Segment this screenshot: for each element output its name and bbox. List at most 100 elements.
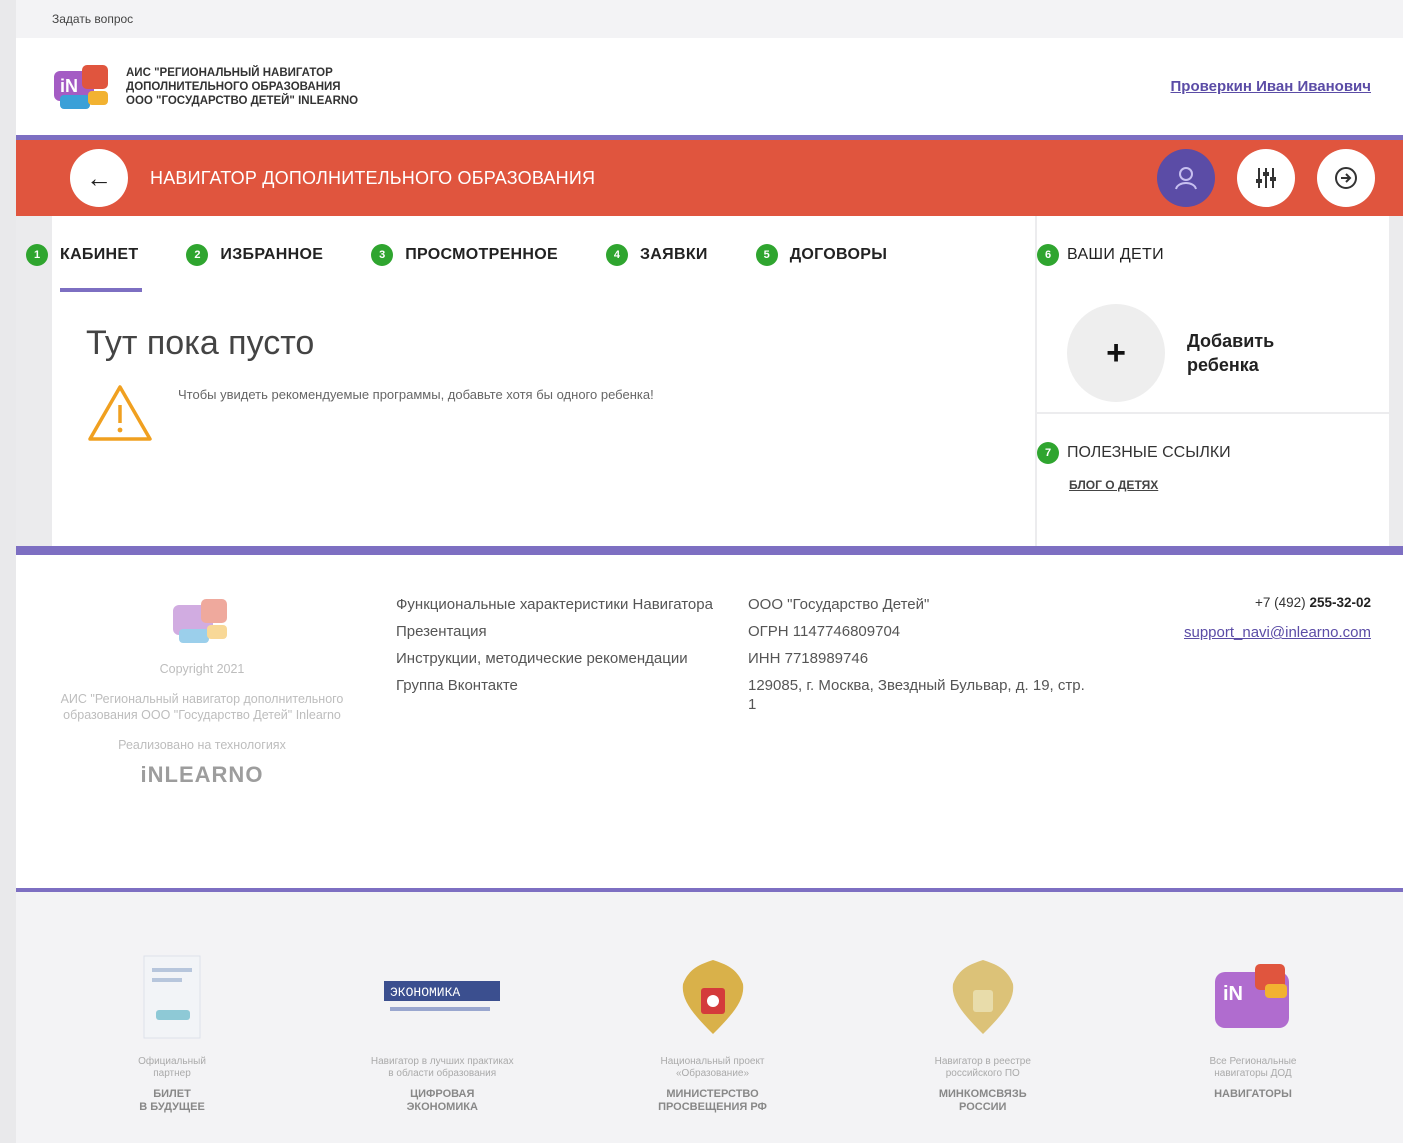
ask-question-link[interactable]: Задать вопрос: [52, 12, 133, 26]
user-profile-link[interactable]: Проверкин Иван Иванович: [1171, 78, 1372, 95]
partner-minkomsvyaz[interactable]: Навигатор в реестре российского ПО МИНКО…: [863, 952, 1103, 1143]
user-icon: [1175, 167, 1197, 190]
step-badge: 5: [755, 244, 778, 266]
svg-text:iN: iN: [1223, 983, 1243, 1005]
phone-number: 255-32-02: [1309, 595, 1371, 610]
phone[interactable]: +7 (492) 255-32-02: [1088, 595, 1371, 610]
site-header: iN АИС "РЕГИОНАЛЬНЫЙ НАВИГАТОР ДОПОЛНИТЕ…: [16, 38, 1403, 140]
step-badge: 1: [26, 244, 48, 266]
tab-label: КАБИНЕТ: [60, 246, 139, 263]
footer-divider: [16, 546, 1403, 555]
brand-line: ДОПОЛНИТЕЛЬНОГО ОБРАЗОВАНИЯ: [126, 80, 341, 93]
main-area: Тут пока пусто Чтобы увидеть рекомендуем…: [16, 294, 1403, 546]
tab-label: ЗАЯВКИ: [639, 246, 708, 263]
site-footer: Copyright 2021 АИС "Региональный навигат…: [16, 555, 1403, 875]
partner-caption: Национальный проект «Образование»: [660, 1056, 765, 1079]
tab-contracts[interactable]: 5 ДОГОВОРЫ: [755, 216, 888, 294]
footer-link[interactable]: Инструкции, методические рекомендации: [396, 649, 748, 668]
profile-button[interactable]: [1157, 149, 1215, 207]
partner-digital-economy[interactable]: ЭКОНОМИКА Навигатор в лучших практиках в…: [322, 952, 562, 1143]
partner-bilet[interactable]: Официальный партнер БИЛЕТ В БУДУЩЕЕ: [52, 952, 292, 1143]
back-button[interactable]: ←: [70, 149, 128, 207]
partner-name: НАВИГАТОРЫ: [1214, 1088, 1292, 1100]
partner-name: ЦИФРОВАЯ ЭКОНОМИКА: [406, 1088, 478, 1113]
copyright: Copyright 2021: [159, 662, 245, 676]
tab-label: ПРОСМОТРЕННОЕ: [405, 246, 558, 263]
footer-link[interactable]: Функциональные характеристики Навигатора: [396, 595, 748, 614]
brand-line: АИС "РЕГИОНАЛЬНЫЙ НАВИГАТОР: [126, 66, 333, 79]
step-badge: 4: [605, 244, 628, 266]
add-child-button[interactable]: + Добавить ребенка: [1037, 294, 1389, 414]
your-children-header: 6 ВАШИ ДЕТИ: [1035, 216, 1389, 294]
support-email-link[interactable]: support_navi@inlearno.com: [1184, 624, 1371, 641]
footer-company: ООО "Государство Детей" ОГРН 11477468097…: [748, 595, 1088, 875]
brand[interactable]: iN АИС "РЕГИОНАЛЬНЫЙ НАВИГАТОР ДОПОЛНИТЕ…: [52, 61, 358, 113]
useful-links-header: 7 ПОЛЕЗНЫЕ ССЫЛКИ: [1037, 442, 1389, 464]
sliders-icon: [1256, 168, 1276, 188]
exit-arrow-icon: [1335, 167, 1357, 189]
company-line: ООО "Государство Детей": [748, 596, 930, 613]
footer-contacts: +7 (492) 255-32-02 support_navi@inlearno…: [1088, 595, 1371, 875]
inlearno-logo-icon: iN: [52, 61, 114, 113]
inlearno-wordmark: iNLEARNO: [140, 762, 264, 787]
tab-applications[interactable]: 4 ЗАЯВКИ: [605, 216, 708, 294]
your-children-title: ВАШИ ДЕТИ: [1067, 246, 1164, 263]
partner-caption: Все Региональные навигаторы ДОД: [1209, 1056, 1297, 1079]
footer-links: Функциональные характеристики Навигатора…: [352, 595, 748, 875]
useful-links: 7 ПОЛЕЗНЫЕ ССЫЛКИ БЛОГ О ДЕТЯХ: [1037, 414, 1389, 492]
warning-icon: [88, 385, 152, 441]
realized-on: Реализовано на технологиях: [118, 738, 286, 752]
partner-caption: Навигатор в лучших практиках в области о…: [370, 1056, 514, 1079]
company-line: ИНН 7718989746: [748, 650, 869, 667]
step-badge: 3: [371, 244, 394, 266]
arrow-left-icon: ←: [86, 162, 112, 193]
cabinet-content: Тут пока пусто Чтобы увидеть рекомендуем…: [52, 294, 1035, 546]
empty-state-message: Чтобы увидеть рекомендуемые программы, д…: [86, 383, 1001, 443]
partners-strip: Официальный партнер БИЛЕТ В БУДУЩЕЕ ЭКОН…: [16, 892, 1403, 1143]
empty-state-title: Тут пока пусто: [86, 324, 315, 362]
partner-name: БИЛЕТ В БУДУЩЕЕ: [139, 1088, 205, 1113]
top-utility-bar: Задать вопрос: [16, 0, 1403, 38]
coat-of-arms-icon: [593, 952, 833, 1042]
inlearno-logo-icon: [171, 595, 233, 647]
company-line: ОГРН 1147746809704: [748, 623, 901, 640]
tab-viewed[interactable]: 3 ПРОСМОТРЕННОЕ: [371, 216, 558, 294]
filters-button[interactable]: [1237, 149, 1295, 207]
tab-label: ДОГОВОРЫ: [789, 246, 888, 263]
add-child-label: Добавить ребенка: [1187, 331, 1275, 375]
logout-button[interactable]: [1317, 149, 1375, 207]
children-sidebar: + Добавить ребенка 7 ПОЛЕЗНЫЕ ССЫЛКИ БЛО…: [1035, 294, 1389, 546]
navigators-logo-icon: iN: [1133, 952, 1373, 1042]
digital-economy-logo-icon: ЭКОНОМИКА: [322, 952, 562, 1042]
partner-caption: Официальный партнер: [138, 1056, 206, 1079]
page: Задать вопрос iN АИС "РЕГИОНАЛЬНЫЙ НАВИГ…: [16, 0, 1403, 1143]
blog-link[interactable]: БЛОГ О ДЕТЯХ: [1069, 478, 1389, 492]
partner-name: МИНКОМСВЯЗЬ РОССИИ: [938, 1088, 1027, 1113]
digital-economy-logo-text: ЭКОНОМИКА: [390, 985, 460, 1000]
partner-ministry[interactable]: Национальный проект «Образование» МИНИСТ…: [593, 952, 833, 1143]
navigator-bar: ← НАВИГАТОР ДОПОЛНИТЕЛЬНОГО ОБРАЗОВАНИЯ: [16, 140, 1403, 216]
svg-text:iN: iN: [60, 76, 78, 96]
tab-label: ИЗБРАННОЕ: [220, 246, 324, 263]
tab-cabinet[interactable]: 1 КАБИНЕТ: [26, 216, 143, 294]
navigator-title: НАВИГАТОР ДОПОЛНИТЕЛЬНОГО ОБРАЗОВАНИЯ: [150, 167, 596, 188]
step-badge: 6: [1037, 244, 1059, 266]
company-line: 129085, г. Москва, Звездный Бульвар, д. …: [748, 677, 1085, 713]
cabinet-tabs: 1 КАБИНЕТ 2 ИЗБРАННОЕ 3 ПРОСМОТРЕННОЕ 4 …: [26, 216, 1035, 294]
step-badge: 7: [1037, 442, 1059, 464]
phone-prefix: +7 (492): [1255, 595, 1310, 610]
useful-links-title: ПОЛЕЗНЫЕ ССЫЛКИ: [1067, 444, 1231, 461]
tab-favorites[interactable]: 2 ИЗБРАННОЕ: [186, 216, 323, 294]
partner-navigators[interactable]: iN Все Региональные навигаторы ДОД НАВИГ…: [1133, 952, 1373, 1143]
partner-caption: Навигатор в реестре российского ПО: [934, 1056, 1031, 1079]
warning-text: Чтобы увидеть рекомендуемые программы, д…: [178, 387, 654, 402]
brand-text: АИС "РЕГИОНАЛЬНЫЙ НАВИГАТОР ДОПОЛНИТЕЛЬН…: [126, 66, 358, 108]
brand-line: ООО "ГОСУДАРСТВО ДЕТЕЙ" INLEARNO: [126, 94, 359, 107]
footer-about: Copyright 2021 АИС "Региональный навигат…: [52, 595, 352, 875]
org-name: АИС "Региональный навигатор дополнительн…: [60, 692, 344, 722]
footer-link[interactable]: Презентация: [396, 622, 748, 641]
step-badge: 2: [186, 244, 209, 266]
coat-of-arms-icon: [863, 952, 1103, 1042]
partner-name: МИНИСТЕРСТВО ПРОСВЕЩЕНИЯ РФ: [658, 1088, 767, 1113]
footer-link[interactable]: Группа Вконтакте: [396, 676, 748, 695]
